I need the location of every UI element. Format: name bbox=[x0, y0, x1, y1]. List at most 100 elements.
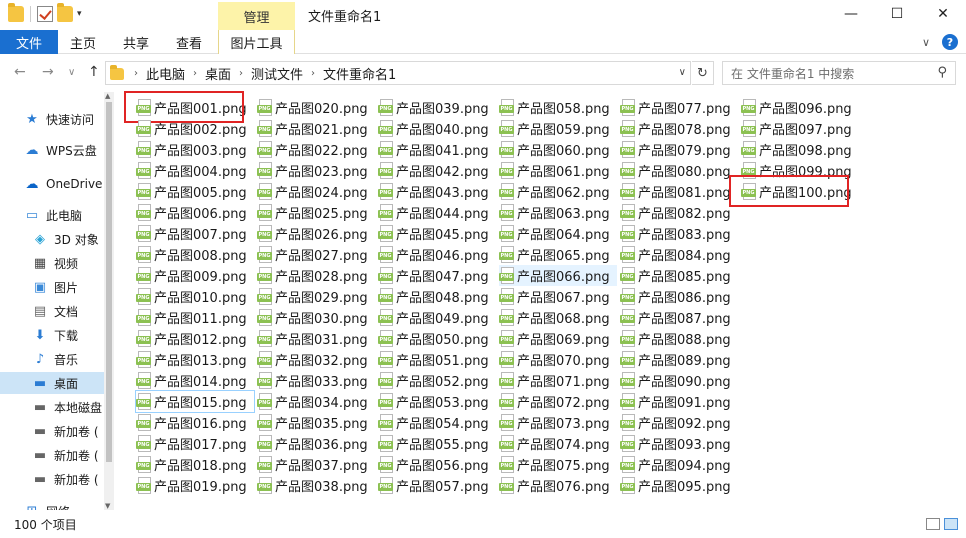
file-item[interactable]: PNG 产品图017.png bbox=[136, 433, 254, 454]
file-item[interactable]: PNG 产品图097.png bbox=[741, 118, 859, 139]
file-item[interactable]: PNG 产品图029.png bbox=[257, 286, 375, 307]
tab-picture-tools[interactable]: 图片工具 bbox=[218, 30, 295, 54]
file-item[interactable]: PNG 产品图080.png bbox=[620, 160, 738, 181]
file-item[interactable]: PNG 产品图018.png bbox=[136, 454, 254, 475]
minimize-button[interactable]: — bbox=[828, 0, 874, 28]
file-item[interactable]: PNG 产品图087.png bbox=[620, 307, 738, 328]
file-item[interactable]: PNG 产品图060.png bbox=[499, 139, 617, 160]
file-item[interactable]: PNG 产品图098.png bbox=[741, 139, 859, 160]
file-item[interactable]: PNG 产品图032.png bbox=[257, 349, 375, 370]
sidebar-item[interactable]: ⬇ 下载 bbox=[0, 324, 104, 346]
file-item[interactable]: PNG 产品图039.png bbox=[378, 97, 496, 118]
file-item[interactable]: PNG 产品图089.png bbox=[620, 349, 738, 370]
file-item[interactable]: PNG 产品图048.png bbox=[378, 286, 496, 307]
file-item[interactable]: PNG 产品图011.png bbox=[136, 307, 254, 328]
breadcrumb-test-files[interactable]: 测试文件 bbox=[251, 64, 303, 83]
sidebar-item[interactable]: ▣ 图片 bbox=[0, 276, 104, 298]
breadcrumb-this-pc[interactable]: 此电脑 bbox=[146, 64, 185, 83]
maximize-button[interactable]: ☐ bbox=[874, 0, 920, 28]
address-dropdown-icon[interactable]: ∨ bbox=[679, 67, 686, 78]
file-item[interactable]: PNG 产品图058.png bbox=[499, 97, 617, 118]
file-item[interactable]: PNG 产品图027.png bbox=[257, 244, 375, 265]
sidebar-item[interactable]: ▬ 本地磁盘 bbox=[0, 396, 104, 418]
file-item[interactable]: PNG 产品图036.png bbox=[257, 433, 375, 454]
file-item[interactable]: PNG 产品图092.png bbox=[620, 412, 738, 433]
file-item[interactable]: PNG 产品图016.png bbox=[136, 412, 254, 433]
sidebar-item[interactable]: ▬ 新加卷 ( bbox=[0, 468, 104, 490]
file-item[interactable]: PNG 产品图023.png bbox=[257, 160, 375, 181]
file-item[interactable]: PNG 产品图090.png bbox=[620, 370, 738, 391]
details-view-icon[interactable] bbox=[926, 518, 940, 530]
file-item[interactable]: PNG 产品图041.png bbox=[378, 139, 496, 160]
help-icon[interactable]: ? bbox=[942, 34, 958, 50]
file-item[interactable]: PNG 产品图043.png bbox=[378, 181, 496, 202]
file-item[interactable]: PNG 产品图035.png bbox=[257, 412, 375, 433]
sidebar-item[interactable]: ▭ 此电脑 bbox=[0, 204, 104, 226]
file-item[interactable]: PNG 产品图084.png bbox=[620, 244, 738, 265]
file-item[interactable]: PNG 产品图095.png bbox=[620, 475, 738, 496]
file-item[interactable]: PNG 产品图091.png bbox=[620, 391, 738, 412]
address-bar[interactable]: › 此电脑 › 桌面 › 测试文件 › 文件重命名1 ∨ bbox=[105, 61, 691, 85]
file-item[interactable]: PNG 产品图067.png bbox=[499, 286, 617, 307]
file-item[interactable]: PNG 产品图002.png bbox=[136, 118, 254, 139]
file-item[interactable]: PNG 产品图086.png bbox=[620, 286, 738, 307]
sidebar-item[interactable]: ⊞ 网络 bbox=[0, 500, 104, 511]
file-item[interactable]: PNG 产品图083.png bbox=[620, 223, 738, 244]
list-view-icon[interactable] bbox=[944, 518, 958, 530]
sidebar-item[interactable]: ☁ WPS云盘 bbox=[0, 139, 104, 161]
file-item[interactable]: PNG 产品图042.png bbox=[378, 160, 496, 181]
file-item[interactable]: PNG 产品图007.png bbox=[136, 223, 254, 244]
file-item[interactable]: PNG 产品图049.png bbox=[378, 307, 496, 328]
file-item[interactable]: PNG 产品图096.png bbox=[741, 97, 859, 118]
file-item[interactable]: PNG 产品图033.png bbox=[257, 370, 375, 391]
file-item[interactable]: PNG 产品图062.png bbox=[499, 181, 617, 202]
scrollbar-thumb[interactable] bbox=[106, 102, 112, 462]
file-item[interactable]: PNG 产品图030.png bbox=[257, 307, 375, 328]
file-item[interactable]: PNG 产品图020.png bbox=[257, 97, 375, 118]
file-item[interactable]: PNG 产品图008.png bbox=[136, 244, 254, 265]
file-item[interactable]: PNG 产品图024.png bbox=[257, 181, 375, 202]
file-item[interactable]: PNG 产品图088.png bbox=[620, 328, 738, 349]
back-button[interactable]: ← bbox=[14, 64, 26, 80]
file-item[interactable]: PNG 产品图078.png bbox=[620, 118, 738, 139]
file-item[interactable]: PNG 产品图006.png bbox=[136, 202, 254, 223]
file-item[interactable]: PNG 产品图051.png bbox=[378, 349, 496, 370]
file-item[interactable]: PNG 产品图093.png bbox=[620, 433, 738, 454]
file-item[interactable]: PNG 产品图013.png bbox=[136, 349, 254, 370]
file-item[interactable]: PNG 产品图026.png bbox=[257, 223, 375, 244]
breadcrumb-current-folder[interactable]: 文件重命名1 bbox=[323, 64, 396, 83]
tab-share[interactable]: 共享 bbox=[112, 30, 160, 54]
file-item[interactable]: PNG 产品图075.png bbox=[499, 454, 617, 475]
folder-icon[interactable] bbox=[8, 3, 24, 22]
scroll-down-icon[interactable]: ▼ bbox=[105, 502, 110, 510]
customize-toolbar-dropdown[interactable]: ▾ bbox=[77, 9, 82, 19]
file-item[interactable]: PNG 产品图085.png bbox=[620, 265, 738, 286]
properties-icon[interactable] bbox=[37, 6, 53, 22]
file-item[interactable]: PNG 产品图046.png bbox=[378, 244, 496, 265]
sidebar-item[interactable]: ◈ 3D 对象 bbox=[0, 228, 104, 250]
forward-button[interactable]: → bbox=[42, 64, 54, 80]
file-item[interactable]: PNG 产品图076.png bbox=[499, 475, 617, 496]
file-item[interactable]: PNG 产品图061.png bbox=[499, 160, 617, 181]
search-icon[interactable]: ⚲ bbox=[937, 65, 947, 80]
file-item[interactable]: PNG 产品图019.png bbox=[136, 475, 254, 496]
sidebar-item[interactable]: ★ 快速访问 bbox=[0, 108, 104, 130]
file-item[interactable]: PNG 产品图065.png bbox=[499, 244, 617, 265]
navigation-pane-scrollbar[interactable]: ▲ ▼ bbox=[104, 92, 114, 510]
file-item[interactable]: PNG 产品图038.png bbox=[257, 475, 375, 496]
sidebar-item[interactable]: ▬ 桌面 bbox=[0, 372, 104, 394]
sidebar-item[interactable]: ▤ 文档 bbox=[0, 300, 104, 322]
file-item[interactable]: PNG 产品图074.png bbox=[499, 433, 617, 454]
file-item[interactable]: PNG 产品图044.png bbox=[378, 202, 496, 223]
file-item[interactable]: PNG 产品图081.png bbox=[620, 181, 738, 202]
close-button[interactable]: ✕ bbox=[920, 0, 966, 28]
file-item[interactable]: PNG 产品图015.png bbox=[135, 390, 255, 413]
file-item[interactable]: PNG 产品图053.png bbox=[378, 391, 496, 412]
file-item[interactable]: PNG 产品图057.png bbox=[378, 475, 496, 496]
file-item[interactable]: PNG 产品图022.png bbox=[257, 139, 375, 160]
file-item[interactable]: PNG 产品图004.png bbox=[136, 160, 254, 181]
file-item[interactable]: PNG 产品图005.png bbox=[136, 181, 254, 202]
file-item[interactable]: PNG 产品图073.png bbox=[499, 412, 617, 433]
file-item[interactable]: PNG 产品图050.png bbox=[378, 328, 496, 349]
file-item[interactable]: PNG 产品图003.png bbox=[136, 139, 254, 160]
